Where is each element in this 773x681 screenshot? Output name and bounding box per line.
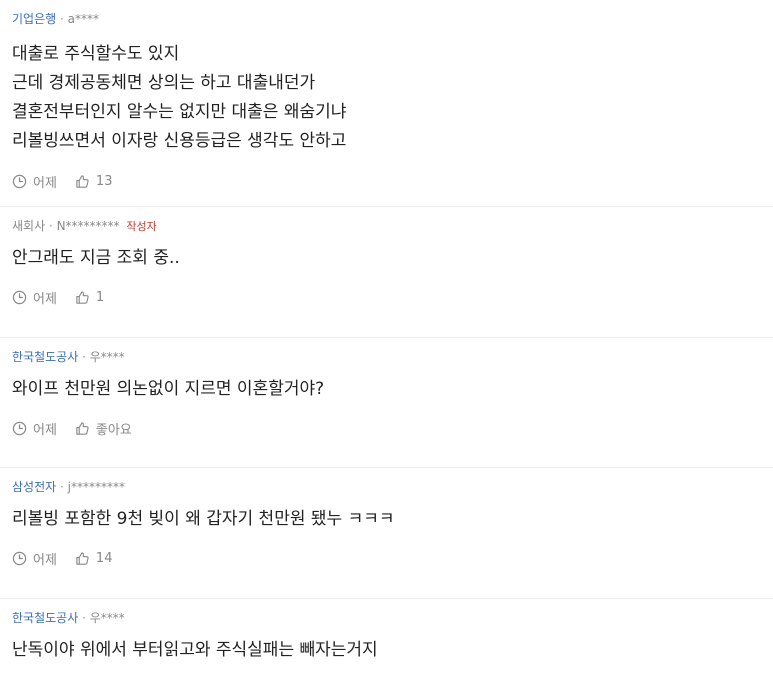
like-count: 14 — [95, 550, 113, 566]
clock-icon — [12, 551, 27, 566]
clock-icon — [12, 290, 27, 305]
author-name: 우**** — [89, 611, 125, 625]
comment-line: 와이프 천만원 의논없이 지르면 이혼할거야? — [12, 379, 325, 399]
comment-time: 어제 — [33, 291, 57, 307]
company-name[interactable]: 한국철도공사 — [12, 611, 78, 625]
comment-body: 안그래도 지금 조회 중.. — [12, 244, 761, 273]
company-name[interactable]: 한국철도공사 — [12, 350, 78, 364]
comment-meta: 한국철도공사 · 우**** — [12, 349, 761, 365]
comment-time: 어제 — [33, 175, 57, 191]
time-group: 어제 — [12, 172, 57, 191]
meta-separator: · — [48, 219, 53, 233]
comment-item: 새회사 · N********* 작성자 안그래도 지금 조회 중.. 어제 1 — [0, 207, 773, 338]
comment-body: 와이프 천만원 의논없이 지르면 이혼할거야? — [12, 375, 761, 404]
time-group: 어제 — [12, 419, 57, 438]
comment-time: 어제 — [33, 552, 57, 568]
time-group: 어제 — [12, 549, 57, 568]
like-button[interactable]: 좋아요 — [75, 419, 132, 438]
comment-line: 근데 경제공동체면 상의는 하고 대출내던가 — [12, 73, 316, 93]
comment-time: 어제 — [33, 422, 57, 438]
comment-item: 기업은행 · a**** 대출로 주식할수도 있지 근데 경제공동체면 상의는 … — [0, 0, 773, 207]
comment-line: 안그래도 지금 조회 중.. — [12, 248, 180, 268]
author-name: N********* — [56, 219, 120, 233]
comment-footer: 어제 1 — [12, 288, 761, 307]
like-button[interactable]: 1 — [75, 290, 104, 305]
like-button[interactable]: 13 — [75, 173, 113, 189]
time-group: 어제 — [12, 288, 57, 307]
comment-line: 리볼빙 포함한 9천 빚이 왜 갑자기 천만원 됐누 ㅋㅋㅋ — [12, 509, 395, 529]
company-name[interactable]: 기업은행 — [12, 12, 56, 26]
like-count: 13 — [95, 173, 113, 189]
meta-separator: · — [82, 611, 86, 625]
comment-item: 한국철도공사 · 우**** 와이프 천만원 의논없이 지르면 이혼할거야? 어… — [0, 338, 773, 468]
like-count: 좋아요 — [95, 422, 132, 438]
like-button[interactable]: 14 — [75, 550, 113, 566]
clock-icon — [12, 421, 27, 436]
thumbs-up-icon — [75, 290, 90, 305]
meta-separator: · — [60, 12, 64, 26]
comment-line: 난독이야 위에서 부터읽고와 주식실패는 빼자는거지 — [12, 640, 378, 660]
comment-line: 결혼전부터인지 알수는 없지만 대출은 왜숨기냐 — [12, 102, 347, 122]
meta-separator: · — [60, 480, 64, 494]
comment-item: 한국철도공사 · 우**** 난독이야 위에서 부터읽고와 주식실패는 빼자는거… — [0, 599, 773, 681]
comment-meta: 기업은행 · a**** — [12, 11, 761, 27]
author-badge: 작성자 — [126, 220, 157, 233]
comment-meta: 한국철도공사 · 우**** — [12, 610, 761, 626]
comment-item: 삼성전자 · j********* 리볼빙 포함한 9천 빚이 왜 갑자기 천만… — [0, 468, 773, 599]
comment-footer: 어제 좋아요 — [12, 419, 761, 438]
comment-body: 리볼빙 포함한 9천 빚이 왜 갑자기 천만원 됐누 ㅋㅋㅋ — [12, 505, 761, 534]
clock-icon — [12, 174, 27, 189]
comment-footer: 어제 13 — [12, 172, 761, 191]
like-count: 1 — [95, 289, 105, 305]
comment-line: 대출로 주식할수도 있지 — [12, 44, 180, 64]
company-name[interactable]: 삼성전자 — [12, 480, 56, 494]
author-name: a**** — [67, 12, 100, 26]
thumbs-up-icon — [75, 421, 90, 436]
comment-body: 난독이야 위에서 부터읽고와 주식실패는 빼자는거지 — [12, 636, 761, 665]
comment-meta: 새회사 · N********* 작성자 — [12, 218, 761, 234]
comment-footer: 어제 14 — [12, 549, 761, 568]
author-name: 우**** — [89, 350, 125, 364]
thumbs-up-icon — [75, 551, 90, 566]
comment-meta: 삼성전자 · j********* — [12, 479, 761, 495]
comment-body: 대출로 주식할수도 있지 근데 경제공동체면 상의는 하고 대출내던가 결혼전부… — [12, 40, 761, 156]
author-name: j********* — [67, 480, 125, 494]
comment-list: 기업은행 · a**** 대출로 주식할수도 있지 근데 경제공동체면 상의는 … — [0, 0, 773, 681]
thumbs-up-icon — [75, 174, 90, 189]
meta-separator: · — [82, 350, 86, 364]
company-name[interactable]: 새회사 — [12, 219, 45, 233]
comment-line: 리볼빙쓰면서 이자랑 신용등급은 생각도 안하고 — [12, 131, 347, 151]
